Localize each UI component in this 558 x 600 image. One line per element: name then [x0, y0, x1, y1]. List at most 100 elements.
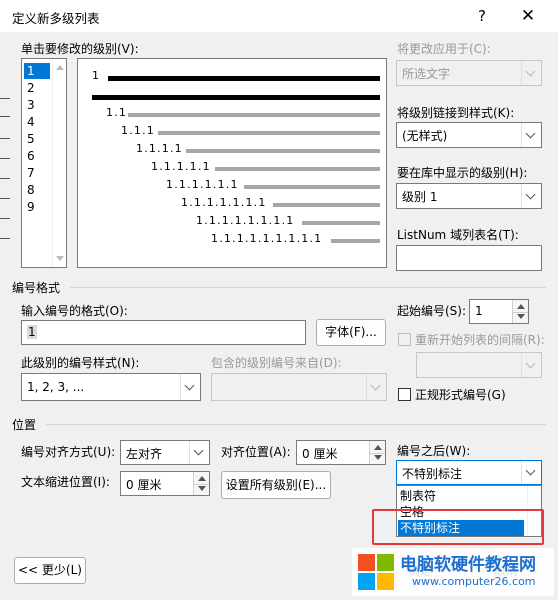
position-section-label: 位置 — [12, 418, 37, 432]
scroll-up-icon[interactable] — [56, 65, 64, 70]
number-format-section-label: 编号格式 — [12, 281, 61, 295]
aligned-at-label: 对齐位置(A): — [221, 445, 291, 459]
font-button[interactable]: 字体(F)... — [316, 319, 386, 346]
format-label: 输入编号的格式(O): — [21, 304, 128, 318]
dialog-title: 定义新多级列表 — [12, 11, 100, 26]
chevron-down-icon — [521, 184, 541, 208]
alignment-label: 编号对齐方式(U): — [21, 445, 116, 459]
chevron-down-icon — [366, 374, 386, 400]
edge-mark — [0, 158, 10, 159]
start-at-label: 起始编号(S): — [397, 304, 467, 318]
preview-number: 1.1.1.1.1.1.1.1.1 — [211, 232, 323, 245]
preview-line — [273, 203, 380, 207]
link-style-dropdown[interactable]: (无样式) — [396, 122, 542, 148]
chevron-down-icon — [180, 374, 200, 400]
restart-dropdown[interactable] — [416, 352, 542, 378]
number-style-label: 此级别的编号样式(N): — [21, 356, 140, 370]
number-style-value: 1, 2, 3, ... — [27, 380, 85, 394]
level-item[interactable]: 8 — [24, 182, 50, 198]
restart-checkbox[interactable] — [398, 333, 411, 346]
indent-label: 文本缩进位置(I): — [21, 475, 110, 489]
alignment-dropdown[interactable]: 左对齐 — [120, 440, 210, 465]
follow-number-value: 不特别标注 — [402, 467, 463, 481]
dialog-titlebar: 定义新多级列表 ? ✕ — [0, 0, 558, 32]
level-item[interactable]: 5 — [24, 131, 50, 147]
level-item[interactable]: 1 — [24, 63, 50, 79]
indent-value: 0 厘米 — [126, 478, 162, 492]
edge-mark — [0, 138, 10, 139]
apply-to-label: 将更改应用于(C): — [397, 42, 491, 56]
preview-number: 1.1.1 — [121, 124, 155, 137]
level-item[interactable]: 3 — [24, 97, 50, 113]
aligned-at-value: 0 厘米 — [302, 447, 338, 461]
preview-line — [302, 221, 380, 225]
gallery-level-value: 级别 1 — [402, 190, 438, 204]
spinner-arrows-icon[interactable] — [512, 300, 528, 323]
section-divider — [70, 287, 546, 288]
listnum-input[interactable] — [396, 245, 542, 271]
level-item[interactable]: 6 — [24, 148, 50, 164]
level-list-label: 单击要修改的级别(V): — [21, 42, 139, 56]
level-item[interactable]: 7 — [24, 165, 50, 181]
edge-mark — [0, 238, 10, 239]
less-button[interactable]: << 更少(L) — [14, 557, 86, 584]
start-at-spinner[interactable]: 1 — [469, 299, 529, 324]
chevron-down-icon — [521, 61, 541, 85]
preview-line — [128, 113, 380, 117]
gallery-level-dropdown[interactable]: 级别 1 — [396, 183, 542, 209]
restart-label: 重新开始列表的间隔(R): — [415, 333, 545, 347]
windows-logo-icon — [358, 554, 394, 590]
preview-line — [331, 239, 380, 243]
legal-numbering-label: 正规形式编号(G) — [415, 388, 506, 402]
preview-number: 1.1.1.1 — [136, 142, 183, 155]
spinner-arrows-icon[interactable] — [193, 472, 209, 495]
set-all-levels-button[interactable]: 设置所有级别(E)... — [221, 471, 331, 499]
preview-number: 1 — [92, 69, 101, 82]
listnum-label: ListNum 域列表名(T): — [397, 228, 519, 242]
spinner-arrows-icon[interactable] — [369, 441, 385, 464]
edge-mark — [0, 218, 10, 219]
follow-number-dropdown[interactable]: 不特别标注 — [396, 460, 542, 485]
close-button[interactable]: ✕ — [508, 2, 548, 30]
include-level-dropdown[interactable] — [211, 373, 387, 401]
preview-number: 1.1.1.1.1.1.1 — [181, 196, 267, 209]
preview-line — [92, 95, 380, 100]
preview-number: 1.1 — [106, 106, 128, 119]
link-style-value: (无样式) — [402, 129, 448, 143]
start-at-value: 1 — [475, 304, 483, 318]
help-button[interactable]: ? — [462, 2, 502, 30]
preview-line — [186, 149, 380, 153]
chevron-down-icon — [189, 441, 209, 464]
apply-to-dropdown[interactable]: 所选文字 — [396, 60, 542, 86]
level-listbox[interactable]: 1 2 3 4 5 6 7 8 9 — [21, 58, 67, 268]
number-style-dropdown[interactable]: 1, 2, 3, ... — [21, 373, 201, 401]
watermark-url: www.computer26.com — [412, 575, 536, 588]
preview-number: 1.1.1.1.1.1.1.1 — [196, 214, 295, 227]
scroll-down-icon[interactable] — [56, 256, 64, 261]
preview-line — [108, 76, 380, 81]
legal-numbering-checkbox[interactable] — [398, 388, 411, 401]
section-divider — [46, 424, 546, 425]
level-preview: 1 1.1 1.1.1 1.1.1.1 1.1.1.1.1 1.1.1.1.1.… — [77, 58, 387, 268]
edge-mark — [0, 98, 10, 99]
level-item[interactable]: 4 — [24, 114, 50, 130]
number-format-input[interactable]: 1 — [21, 320, 306, 345]
indent-spinner[interactable]: 0 厘米 — [120, 471, 210, 496]
level-item[interactable]: 9 — [24, 199, 50, 215]
aligned-at-spinner[interactable]: 0 厘米 — [296, 440, 386, 465]
watermark: 电脑软硬件教程网 www.computer26.com — [352, 548, 554, 596]
preview-number: 1.1.1.1.1 — [151, 160, 211, 173]
edge-mark — [0, 116, 10, 117]
option-tab[interactable]: 制表符 — [398, 488, 524, 504]
link-style-label: 将级别链接到样式(K): — [397, 106, 515, 120]
preview-line — [244, 185, 380, 189]
preview-line — [215, 167, 380, 171]
edge-mark — [0, 178, 10, 179]
format-value: 1 — [27, 325, 37, 339]
level-item[interactable]: 2 — [24, 80, 50, 96]
apply-to-value: 所选文字 — [402, 67, 451, 81]
chevron-down-icon — [521, 353, 541, 377]
watermark-brand: 电脑软硬件教程网 — [400, 555, 536, 575]
level-list-scrollbar[interactable] — [52, 59, 66, 267]
gallery-level-label: 要在库中显示的级别(H): — [397, 166, 528, 180]
